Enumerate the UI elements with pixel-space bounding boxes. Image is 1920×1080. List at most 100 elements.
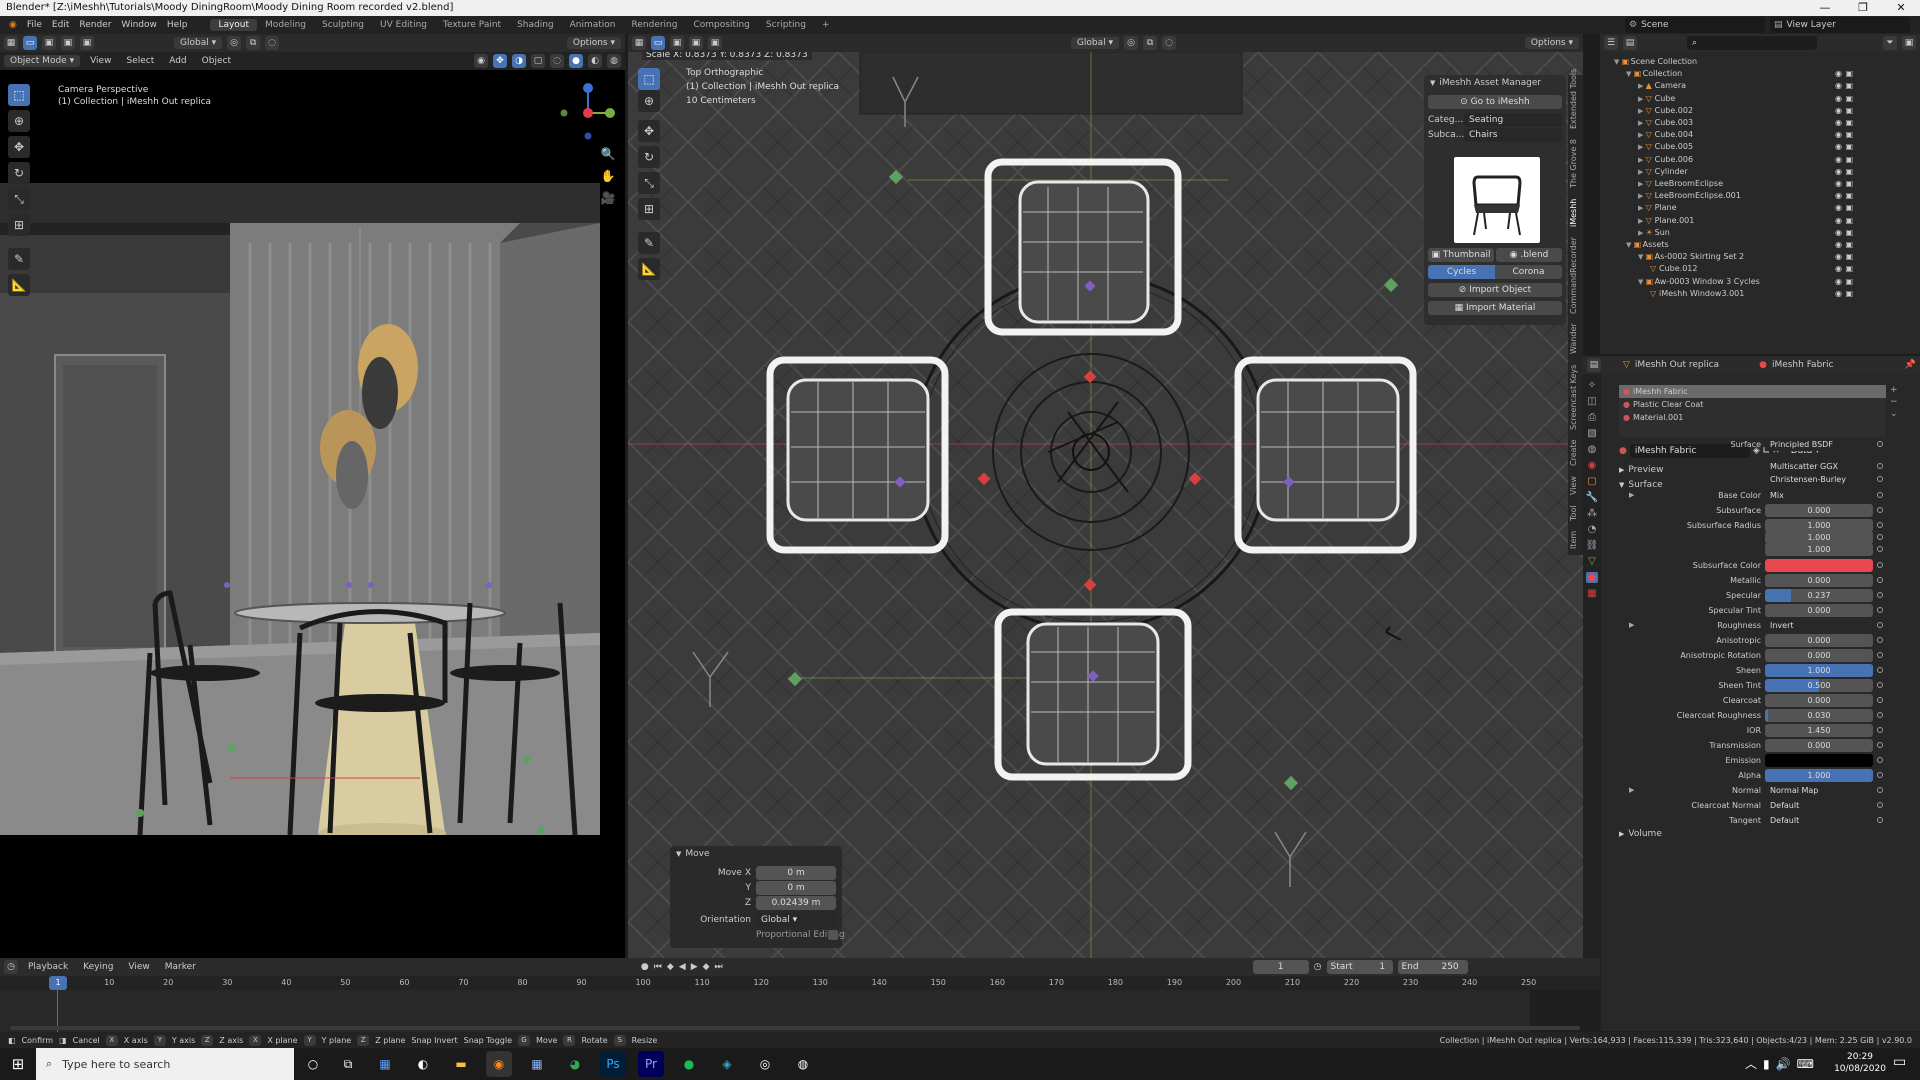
asset-thumbnail[interactable] xyxy=(1454,157,1540,243)
render-camera-icon[interactable]: ▣ xyxy=(1845,239,1853,251)
select-tool-icon[interactable]: ⬚ xyxy=(8,84,30,106)
outliner-row[interactable]: ▼ ▣As-0002 Skirting Set 2 ◉ ▣ xyxy=(1600,251,1856,263)
pan-hand-icon[interactable]: ✋ xyxy=(597,166,619,186)
outliner-row[interactable]: ▶ ☀ Sun ◉ ▣ xyxy=(1600,227,1856,239)
npanel-tab-create[interactable]: Create xyxy=(1569,440,1578,467)
property-slider[interactable]: 0.000 xyxy=(1765,504,1873,517)
outliner-row[interactable]: ▶ ▽ LeeBroomEclipse ◉ ▣ xyxy=(1600,178,1856,190)
property-slider[interactable]: 0.000 xyxy=(1765,694,1873,707)
property-dropdown[interactable]: Default xyxy=(1765,799,1873,812)
tab-texture-paint[interactable]: Texture Paint xyxy=(435,19,509,31)
expand-toggle-icon[interactable]: ▶ xyxy=(1638,119,1646,127)
visibility-eye-icon[interactable]: ◉ xyxy=(1835,80,1842,92)
filter-icon[interactable]: ⏷ xyxy=(1883,36,1897,50)
select-tool-icon[interactable]: ⬚ xyxy=(638,68,660,90)
spotify-icon[interactable]: ● xyxy=(676,1051,702,1077)
visibility-eye-icon[interactable]: ◉ xyxy=(1835,276,1842,288)
menu-file[interactable]: File xyxy=(22,20,47,30)
visibility-eye-icon[interactable]: ◉ xyxy=(1835,251,1842,263)
npanel-tab-extended[interactable]: Extended Tools xyxy=(1569,69,1578,129)
taskbar-app-icon[interactable]: ◈ xyxy=(714,1051,740,1077)
node-link-icon[interactable] xyxy=(1877,534,1883,540)
proportional-edit-icon[interactable]: ◌ xyxy=(1162,36,1176,50)
prev-key-icon[interactable]: ◆ xyxy=(667,962,674,972)
expand-toggle-icon[interactable]: ▼ xyxy=(1614,58,1622,66)
close-button[interactable]: ✕ xyxy=(1882,0,1920,16)
visibility-icon[interactable]: ◉ xyxy=(474,54,488,68)
taskbar-app-icon[interactable]: ◍ xyxy=(790,1051,816,1077)
notification-icon[interactable]: ▭ xyxy=(1893,1054,1906,1070)
proportional-edit-icon[interactable]: ◌ xyxy=(265,36,280,50)
render-camera-icon[interactable]: ▣ xyxy=(1845,215,1853,227)
menu-select[interactable]: Select xyxy=(121,56,159,66)
taskbar-app-icon[interactable]: ◎ xyxy=(752,1051,778,1077)
transform-orientation-dropdown[interactable]: Global ▾ xyxy=(174,37,223,49)
blender-taskbar-icon[interactable]: ◉ xyxy=(486,1051,512,1077)
menu-playback[interactable]: Playback xyxy=(23,962,73,972)
subcategory-dropdown[interactable]: Chairs xyxy=(1464,127,1562,142)
node-link-icon[interactable] xyxy=(1877,757,1883,763)
render-camera-icon[interactable]: ▣ xyxy=(1845,154,1853,166)
menu-window[interactable]: Window xyxy=(116,20,162,30)
node-link-icon[interactable] xyxy=(1877,727,1883,733)
select-subtract-icon[interactable]: ▣ xyxy=(708,36,722,50)
node-link-icon[interactable] xyxy=(1877,712,1883,718)
volume-icon[interactable]: 🔊 xyxy=(1776,1048,1791,1080)
scale-tool-icon[interactable]: ⤡ xyxy=(638,172,660,194)
property-slider[interactable]: 0.000 xyxy=(1765,634,1873,647)
outliner-row[interactable]: ▼ ▣Scene Collection xyxy=(1600,56,1856,68)
output-tab-icon[interactable]: ⎙ xyxy=(1588,412,1596,423)
goto-imeshh-button[interactable]: ⊙ Go to iMeshh xyxy=(1428,95,1562,109)
menu-object[interactable]: Object xyxy=(197,56,236,66)
node-link-icon[interactable] xyxy=(1877,667,1883,673)
tab-compositing[interactable]: Compositing xyxy=(685,19,757,31)
display-mode-icon[interactable]: ▤ xyxy=(1623,36,1637,50)
outliner-row[interactable]: ▶ ▽ Cube.003 ◉ ▣ xyxy=(1600,117,1856,129)
viewport1[interactable]: Camera Perspective (1) Collection | iMes… xyxy=(0,70,625,958)
zoom-icon[interactable]: 🔍 xyxy=(597,144,619,164)
npanel-tab-grove[interactable]: The Grove 8 xyxy=(1569,139,1578,188)
tab-uv-editing[interactable]: UV Editing xyxy=(372,19,435,31)
scale-tool-icon[interactable]: ⤡ xyxy=(8,188,30,210)
chevron-right-icon[interactable]: ▶ xyxy=(1629,488,1634,503)
add-workspace-button[interactable]: + xyxy=(814,19,838,31)
timeline-body[interactable]: 1102030405060708090100110120130140150160… xyxy=(0,976,1600,1032)
windows-start-icon[interactable]: ⊞ xyxy=(0,1048,36,1080)
object-mode-dropdown[interactable]: Object Mode ▾ xyxy=(4,55,81,67)
visibility-eye-icon[interactable]: ◉ xyxy=(1835,68,1842,80)
npanel-tab-item[interactable]: Item xyxy=(1569,531,1578,549)
color-swatch[interactable] xyxy=(1765,754,1873,767)
shading-solid-icon[interactable]: ● xyxy=(569,54,583,68)
xray-icon[interactable]: ▢ xyxy=(531,54,545,68)
visibility-eye-icon[interactable]: ◉ xyxy=(1835,227,1842,239)
pivot-icon[interactable]: ◎ xyxy=(227,36,242,50)
property-slider[interactable]: 0.237 xyxy=(1765,589,1873,602)
node-link-icon[interactable] xyxy=(1877,742,1883,748)
render-camera-icon[interactable]: ▣ xyxy=(1845,276,1853,288)
node-link-icon[interactable] xyxy=(1877,507,1883,513)
import-material-button[interactable]: ▦ Import Material xyxy=(1428,301,1562,315)
chevron-down-icon[interactable]: ▼ xyxy=(1430,79,1435,87)
move-tool-icon[interactable]: ✥ xyxy=(8,136,30,158)
node-link-icon[interactable] xyxy=(1877,592,1883,598)
chevron-right-icon[interactable]: ▶ xyxy=(1629,618,1634,633)
chevron-down-icon[interactable]: ▼ xyxy=(676,850,681,858)
outliner-row[interactable]: ▶ ▽ Cube.004 ◉ ▣ xyxy=(1600,129,1856,141)
record-icon[interactable]: ● xyxy=(641,962,649,972)
render-camera-icon[interactable]: ▣ xyxy=(1845,80,1853,92)
render-camera-icon[interactable]: ▣ xyxy=(1845,68,1853,80)
render-camera-icon[interactable]: ▣ xyxy=(1845,141,1853,153)
timeline-editor-icon[interactable]: ◷ xyxy=(4,960,18,974)
property-slider[interactable]: 1.450 xyxy=(1765,724,1873,737)
render-tab-icon[interactable]: ◫ xyxy=(1587,396,1596,407)
outliner-row[interactable]: ▶ ▽ Cube.002 ◉ ▣ xyxy=(1600,105,1856,117)
property-slider[interactable]: 0.000 xyxy=(1765,574,1873,587)
data-tab-icon[interactable]: ▽ xyxy=(1588,556,1596,567)
npanel-tab-commandrecorder[interactable]: CommandRecorder xyxy=(1569,237,1578,314)
cursor-tool-icon[interactable]: ⊕ xyxy=(638,90,660,112)
expand-toggle-icon[interactable]: ▶ xyxy=(1638,143,1646,151)
outliner-row[interactable]: ▶ ▽ Cube ◉ ▣ xyxy=(1600,93,1856,105)
volume-panel-header[interactable]: ▶ Volume xyxy=(1619,826,1889,841)
property-dropdown[interactable]: Principled BSDF xyxy=(1765,438,1873,451)
outliner-editor-icon[interactable]: ☰ xyxy=(1604,36,1618,50)
